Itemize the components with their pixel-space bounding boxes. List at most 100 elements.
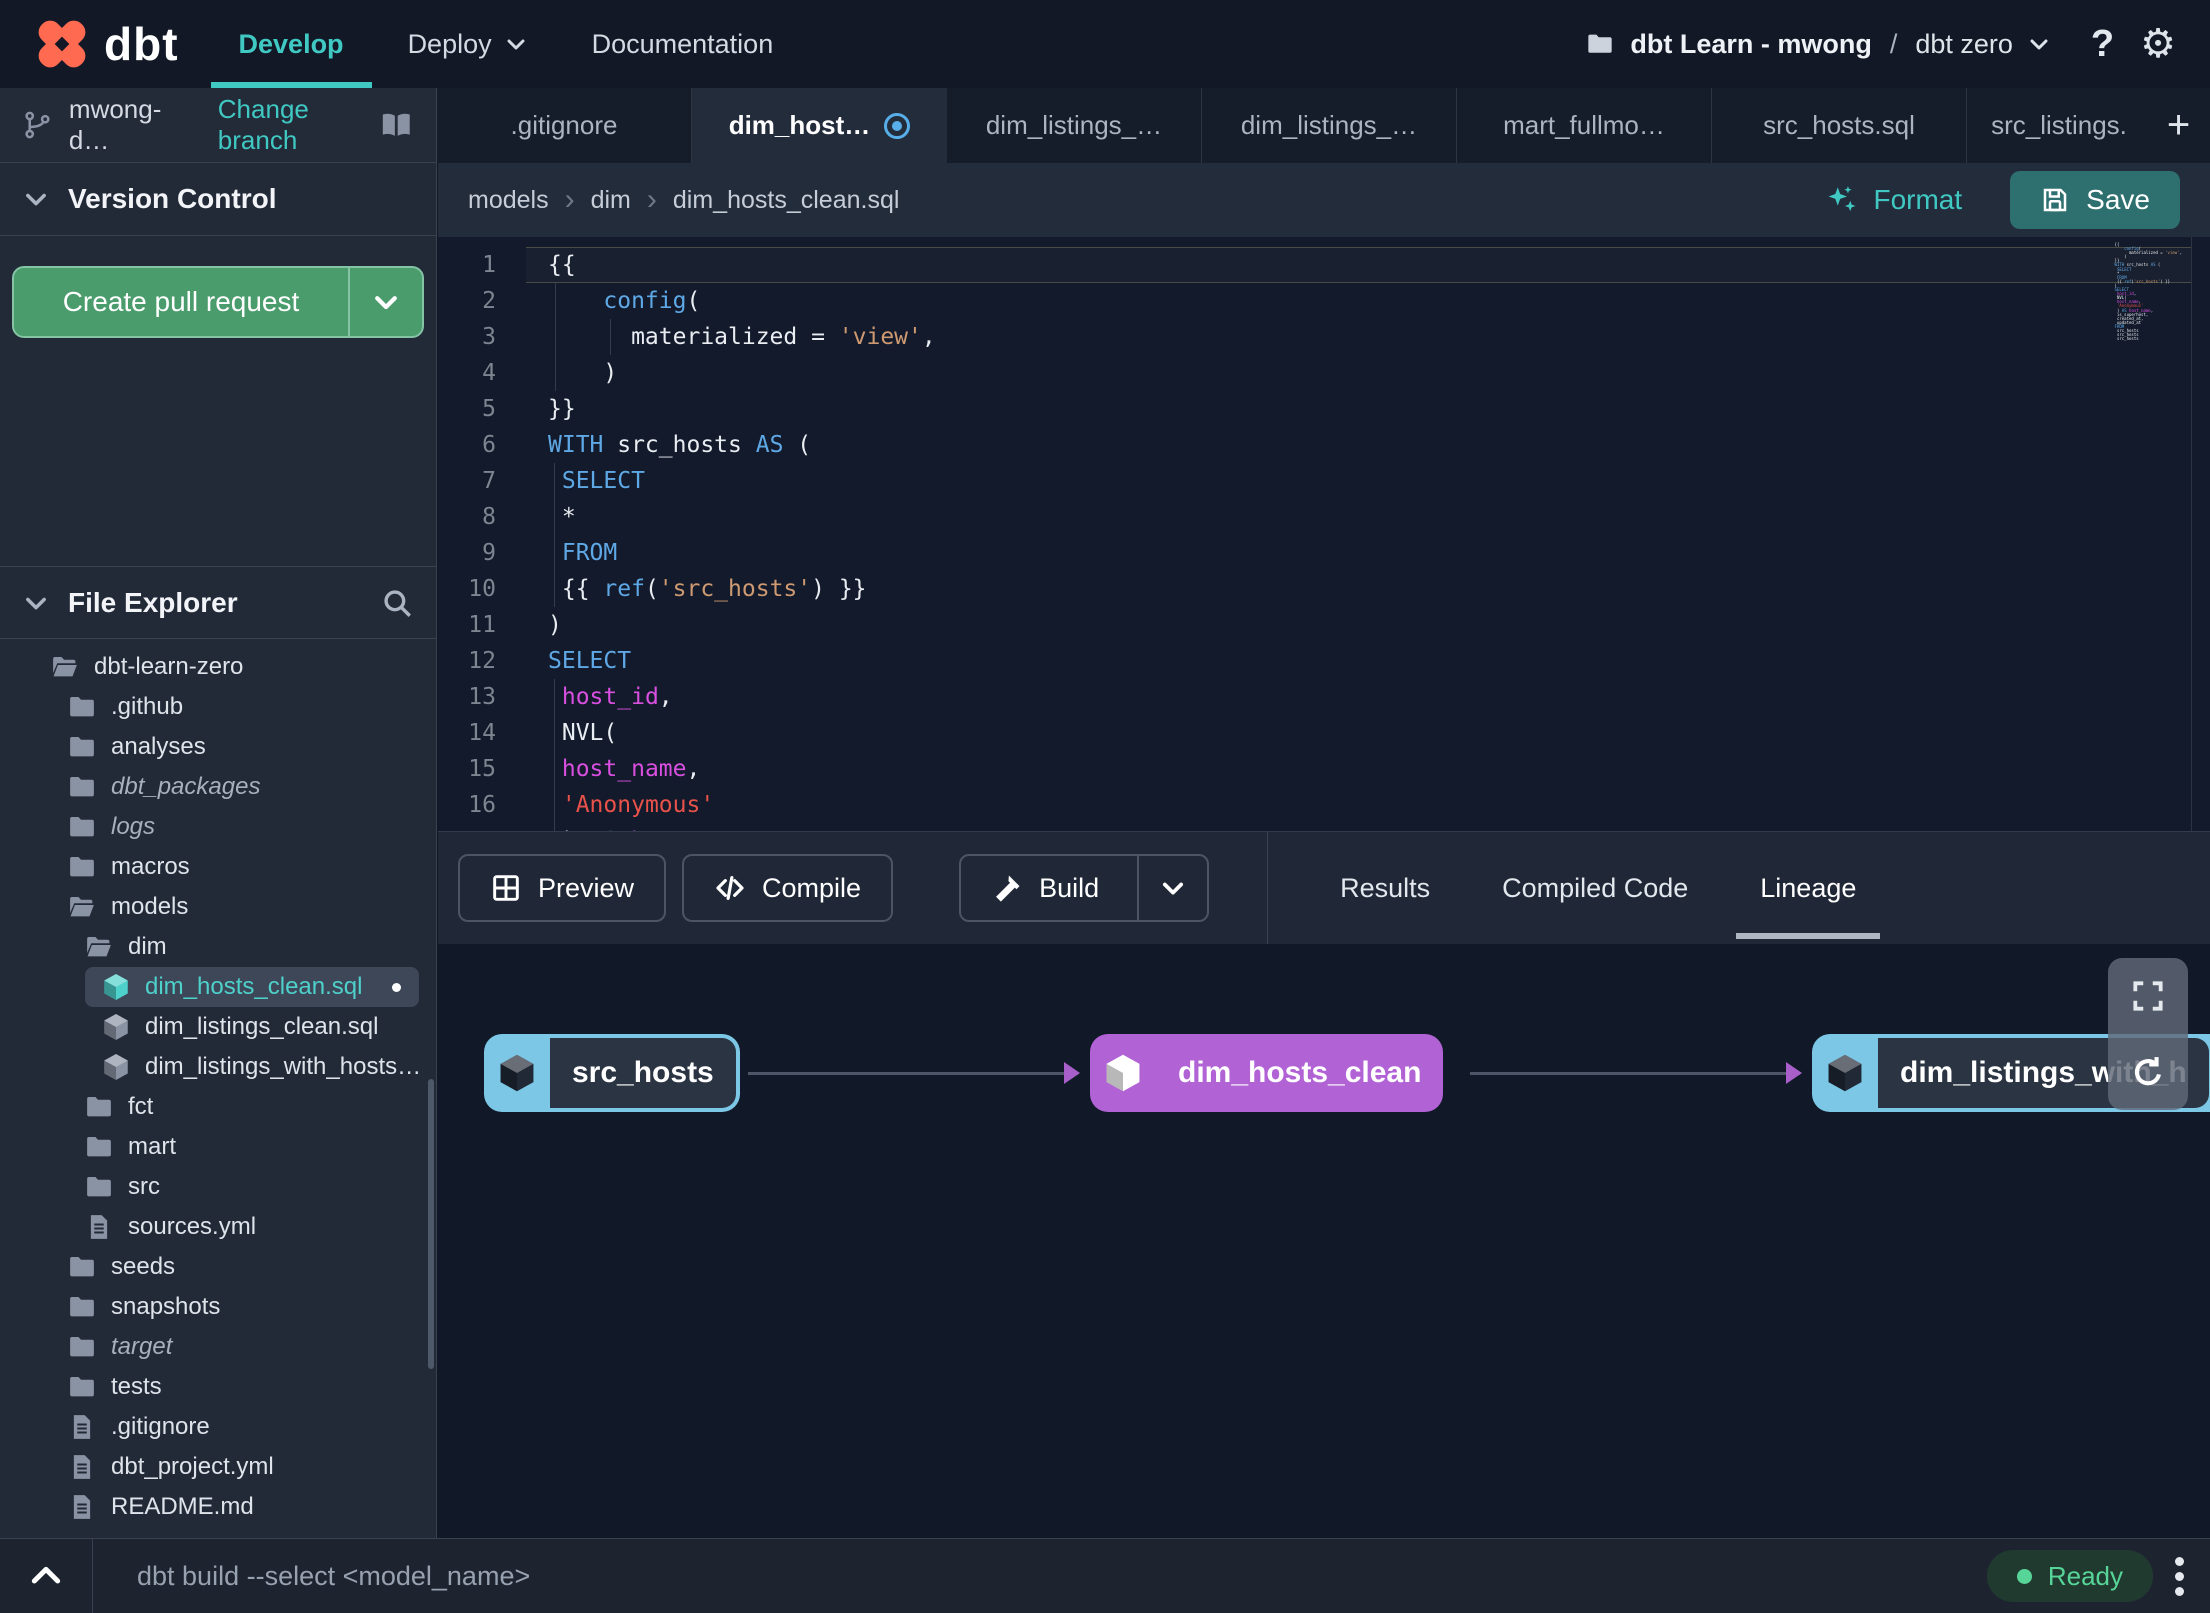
code-line-content[interactable]: {{ ref('src_hosts') }} <box>526 571 2191 607</box>
tree-item[interactable]: sources.yml <box>0 1207 436 1247</box>
dbt-logo[interactable]: dbt <box>30 12 179 76</box>
model-icon <box>101 1012 131 1042</box>
scrollbar-thumb[interactable] <box>428 1079 434 1369</box>
code-line-content[interactable]: NVL( <box>526 715 2191 751</box>
editor-tab[interactable]: dim_host… <box>692 88 947 163</box>
preview-button[interactable]: Preview <box>458 854 667 922</box>
code-line-content[interactable]: host_name, <box>526 751 2191 787</box>
breadcrumb-dim[interactable]: dim <box>591 186 631 215</box>
editor-tab[interactable]: dim_listings_… <box>947 88 1202 163</box>
help-icon[interactable]: ? <box>2091 23 2114 66</box>
build-dropdown-toggle[interactable] <box>1137 856 1207 920</box>
tree-item[interactable]: target <box>0 1327 436 1367</box>
tree-item[interactable]: dim <box>0 927 436 967</box>
chevron-up-icon[interactable] <box>26 1556 66 1596</box>
chevron-down-icon <box>507 39 525 50</box>
folder-icon <box>67 732 97 762</box>
book-icon[interactable] <box>379 108 414 142</box>
tree-item-label: src <box>128 1173 160 1200</box>
search-icon[interactable] <box>380 586 414 620</box>
code-line: 10 {{ ref('src_hosts') }} <box>438 571 2191 607</box>
code-line-content[interactable]: WITH src_hosts AS ( <box>526 427 2191 463</box>
code-line-content[interactable]: 'Anonymous' <box>526 787 2191 823</box>
folder-icon <box>67 772 97 802</box>
code-line-content[interactable]: materialized = 'view', <box>526 319 2191 355</box>
code-line-content[interactable]: {{ <box>526 247 2191 283</box>
tree-item-label: macros <box>111 853 190 880</box>
project-selector[interactable]: dbt Learn - mwong / dbt zero <box>1584 29 2051 60</box>
code-line-content[interactable]: host_id, <box>526 679 2191 715</box>
lineage-edge <box>1470 1072 1800 1075</box>
format-button[interactable]: Format <box>1825 183 1962 217</box>
gear-icon[interactable]: ⚙ <box>2140 24 2176 64</box>
lineage-panel[interactable]: src_hosts dim_hosts_clean dim_listings_wit… <box>438 944 2210 1538</box>
tree-item[interactable]: fct <box>0 1087 436 1127</box>
tree-item[interactable]: snapshots <box>0 1287 436 1327</box>
folder-icon <box>67 1252 97 1282</box>
lineage-node[interactable]: src_hosts <box>484 1034 740 1112</box>
tree-item[interactable]: macros <box>0 847 436 887</box>
code-editor[interactable]: 1{{2 config(3 materialized = 'view', 4 ) 5… <box>438 237 2210 831</box>
tree-item-label: mart <box>128 1133 176 1160</box>
tree-item[interactable]: dbt-learn-zero <box>0 647 436 687</box>
tree-item[interactable]: dim_hosts_clean.sql <box>85 967 419 1007</box>
code-line-content[interactable]: }} <box>526 391 2191 427</box>
nav-deploy[interactable]: Deploy <box>408 0 528 88</box>
save-button[interactable]: Save <box>2010 171 2180 229</box>
pr-dropdown-toggle[interactable] <box>350 268 422 336</box>
breadcrumb-models[interactable]: models <box>468 186 549 215</box>
code-line-content[interactable]: ) <box>526 355 2191 391</box>
tree-item[interactable]: dbt_packages <box>0 767 436 807</box>
compile-button[interactable]: Compile <box>682 854 894 922</box>
editor-tab[interactable]: dim_listings_… <box>1202 88 1457 163</box>
chevron-down-icon <box>26 597 46 609</box>
code-line-content[interactable]: SELECT <box>526 463 2191 499</box>
editor-tab[interactable]: .gitignore <box>437 88 692 163</box>
breadcrumb-file[interactable]: dim_hosts_clean.sql <box>673 186 900 215</box>
tree-item[interactable]: dbt_project.yml <box>0 1447 436 1487</box>
tree-item[interactable]: .gitignore <box>0 1407 436 1447</box>
nav-documentation[interactable]: Documentation <box>592 0 774 88</box>
file-explorer-header[interactable]: File Explorer <box>0 566 436 639</box>
refresh-button[interactable] <box>2125 1049 2171 1095</box>
tree-item[interactable]: logs <box>0 807 436 847</box>
code-line-content[interactable]: SELECT <box>526 643 2191 679</box>
editor-minimap[interactable]: {{ config( materialized = 'view', )}} WIT… <box>2115 242 2182 341</box>
tab-lineage[interactable]: Lineage <box>1736 832 1881 944</box>
code-line-content[interactable]: config( <box>526 283 2191 319</box>
code-line-content[interactable]: ) AS host_name, <box>526 823 2191 831</box>
line-number: 9 <box>482 540 496 566</box>
code-line-content[interactable]: * <box>526 499 2191 535</box>
create-pull-request-button[interactable]: Create pull request <box>12 266 424 338</box>
version-control-header[interactable]: Version Control <box>0 163 436 236</box>
command-input[interactable]: dbt build --select <model_name> <box>137 1561 530 1592</box>
kebab-menu-icon[interactable] <box>2175 1556 2184 1596</box>
line-number: 8 <box>482 504 496 530</box>
tree-item[interactable]: README.md <box>0 1487 436 1527</box>
editor-tab[interactable]: src_hosts.sql <box>1712 88 1967 163</box>
editor-tab[interactable]: src_listings. <box>1967 88 2151 163</box>
version-control-title: Version Control <box>68 183 277 214</box>
change-branch-link[interactable]: Change branch <box>218 94 380 156</box>
code-line-content[interactable]: ) <box>526 607 2191 643</box>
unsaved-indicator-icon[interactable] <box>884 112 911 139</box>
lineage-node[interactable]: dim_hosts_clean <box>1090 1034 1444 1112</box>
tab-compiled-code[interactable]: Compiled Code <box>1502 832 1688 944</box>
tree-item[interactable]: src <box>0 1167 436 1207</box>
tree-item[interactable]: models <box>0 887 436 927</box>
tree-item[interactable]: dim_listings_clean.sql <box>0 1007 436 1047</box>
tab-results[interactable]: Results <box>1340 832 1430 944</box>
nav-develop[interactable]: Develop <box>210 0 372 88</box>
tree-item[interactable]: mart <box>0 1127 436 1167</box>
tree-item[interactable]: seeds <box>0 1247 436 1287</box>
tree-item[interactable]: tests <box>0 1367 436 1407</box>
build-button[interactable]: Build <box>959 854 1210 922</box>
new-tab-button[interactable]: + <box>2151 88 2206 163</box>
code-line-content[interactable]: FROM <box>526 535 2191 571</box>
environment-name: dbt zero <box>1915 28 2013 59</box>
tree-item[interactable]: dim_listings_with_hosts… <box>0 1047 436 1087</box>
fullscreen-button[interactable] <box>2125 973 2171 1019</box>
tree-item[interactable]: analyses <box>0 727 436 767</box>
tree-item[interactable]: .github <box>0 687 436 727</box>
editor-tab[interactable]: mart_fullmo… <box>1457 88 1712 163</box>
